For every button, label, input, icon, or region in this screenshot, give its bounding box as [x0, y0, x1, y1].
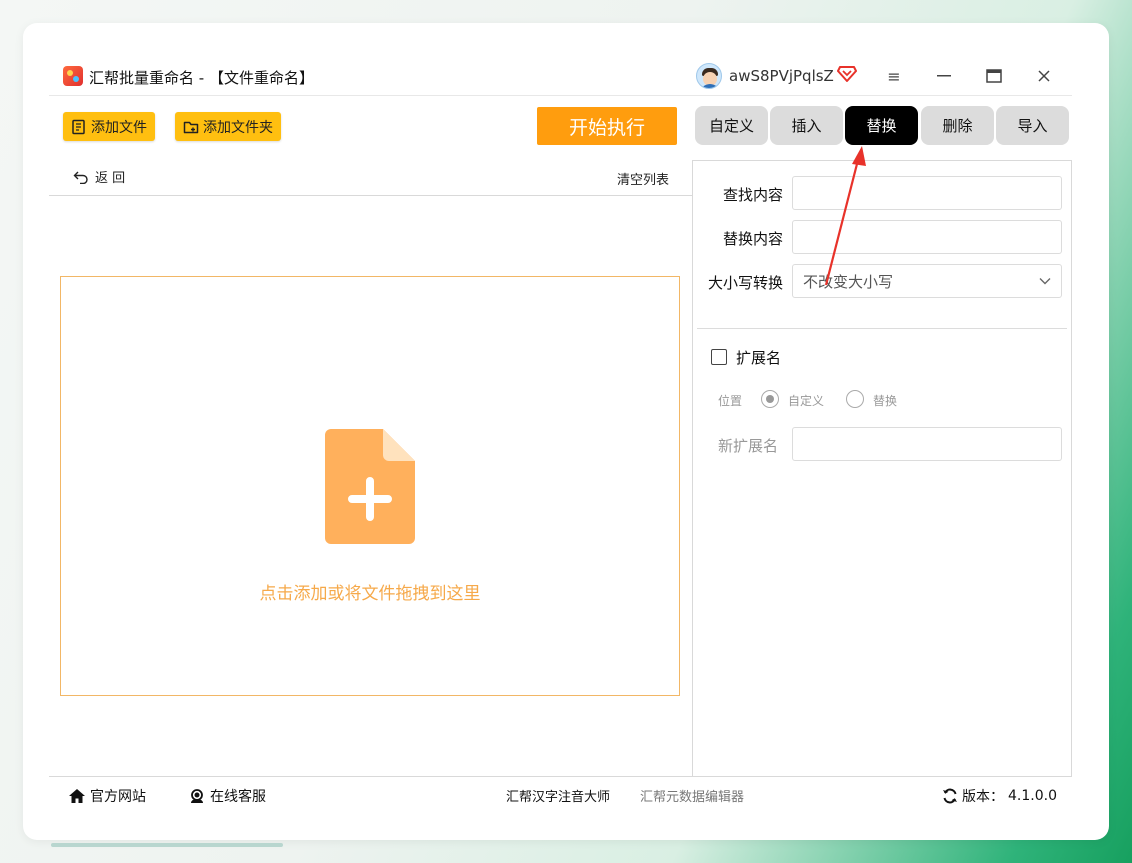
- drop-hint-text: 点击添加或将文件拖拽到这里: [259, 584, 481, 604]
- close-button[interactable]: [1030, 64, 1058, 88]
- replace-input[interactable]: [792, 220, 1062, 254]
- vip-diamond-icon[interactable]: [837, 65, 857, 83]
- add-folder-button[interactable]: 添加文件夹: [175, 112, 281, 141]
- radio-replace[interactable]: [846, 390, 864, 408]
- menu-icon[interactable]: ≡: [880, 64, 908, 88]
- title-bar: 汇帮批量重命名 - 【文件重命名】 awS8PVjPqlsZ ≡: [49, 60, 1072, 96]
- scroll-strip: [51, 843, 283, 847]
- list-header: 返 回 清空列表: [49, 160, 692, 196]
- minimize-icon: [937, 75, 951, 77]
- tab-delete[interactable]: 删除: [921, 106, 994, 145]
- version-label: 版本：: [962, 789, 1004, 805]
- app-title: 汇帮批量重命名 - 【文件重命名】: [89, 69, 314, 87]
- maximize-button[interactable]: [980, 64, 1008, 88]
- footer: 官方网站 在线客服 汇帮汉字注音大师 汇帮元数据编辑器 版本： 4.1.0.0: [49, 776, 1072, 812]
- website-link[interactable]: 官方网站: [68, 786, 146, 806]
- chevron-down-icon: [1039, 278, 1051, 285]
- metadata-app-link[interactable]: 汇帮元数据编辑器: [640, 786, 744, 805]
- user-avatar[interactable]: [696, 63, 722, 89]
- find-label: 查找内容: [722, 186, 783, 204]
- tab-custom[interactable]: 自定义: [695, 106, 768, 145]
- position-label: 位置: [718, 394, 743, 408]
- add-file-document-icon: [325, 429, 415, 544]
- add-folder-label: 添加文件夹: [203, 119, 273, 136]
- add-folder-icon: [183, 121, 199, 133]
- tab-replace[interactable]: 替换: [845, 106, 918, 145]
- back-arrow-icon: [73, 171, 88, 184]
- back-label: 返 回: [95, 171, 126, 186]
- back-button[interactable]: 返 回: [73, 167, 125, 186]
- username[interactable]: awS8PVjPqlsZ: [729, 67, 834, 85]
- new-extension-label: 新扩展名: [718, 437, 779, 455]
- radio-replace-label: 替换: [873, 394, 898, 408]
- pinyin-app-link[interactable]: 汇帮汉字注音大师: [506, 786, 610, 805]
- add-file-icon: [72, 119, 85, 134]
- home-icon: [69, 789, 85, 803]
- close-icon: [1038, 70, 1050, 82]
- file-drop-zone[interactable]: 点击添加或将文件拖拽到这里: [60, 276, 680, 696]
- radio-custom[interactable]: [761, 390, 779, 408]
- case-select[interactable]: 不改变大小写: [792, 264, 1062, 298]
- radio-custom-label: 自定义: [788, 394, 825, 408]
- headset-icon: [191, 789, 203, 803]
- start-button[interactable]: 开始执行: [537, 107, 677, 145]
- refresh-icon: [943, 788, 957, 804]
- support-label: 在线客服: [210, 789, 266, 805]
- case-label: 大小写转换: [707, 274, 783, 292]
- app-logo-icon: [63, 66, 83, 86]
- find-input[interactable]: [792, 176, 1062, 210]
- replace-label: 替换内容: [722, 230, 783, 248]
- section-divider: [697, 328, 1067, 329]
- version-info[interactable]: 版本： 4.1.0.0: [942, 786, 1057, 806]
- minimize-button[interactable]: [930, 64, 958, 88]
- tab-insert[interactable]: 插入: [770, 106, 843, 145]
- clear-list-button[interactable]: 清空列表: [617, 169, 669, 188]
- version-number: 4.1.0.0: [1008, 788, 1057, 804]
- add-file-button[interactable]: 添加文件: [63, 112, 155, 141]
- app-window: 汇帮批量重命名 - 【文件重命名】 awS8PVjPqlsZ ≡ 添加文件 添加…: [49, 60, 1072, 812]
- replace-settings-panel: 查找内容 替换内容 大小写转换 不改变大小写 扩展名 位置 自定义 替换 新扩展…: [693, 160, 1072, 776]
- website-label: 官方网站: [90, 789, 146, 805]
- extension-checkbox[interactable]: [711, 349, 727, 365]
- add-file-label: 添加文件: [91, 119, 147, 136]
- tab-import[interactable]: 导入: [996, 106, 1069, 145]
- new-extension-input[interactable]: [792, 427, 1062, 461]
- extension-label: 扩展名: [736, 349, 782, 367]
- support-link[interactable]: 在线客服: [188, 786, 266, 806]
- case-select-value: 不改变大小写: [803, 272, 894, 291]
- maximize-icon: [986, 69, 1002, 83]
